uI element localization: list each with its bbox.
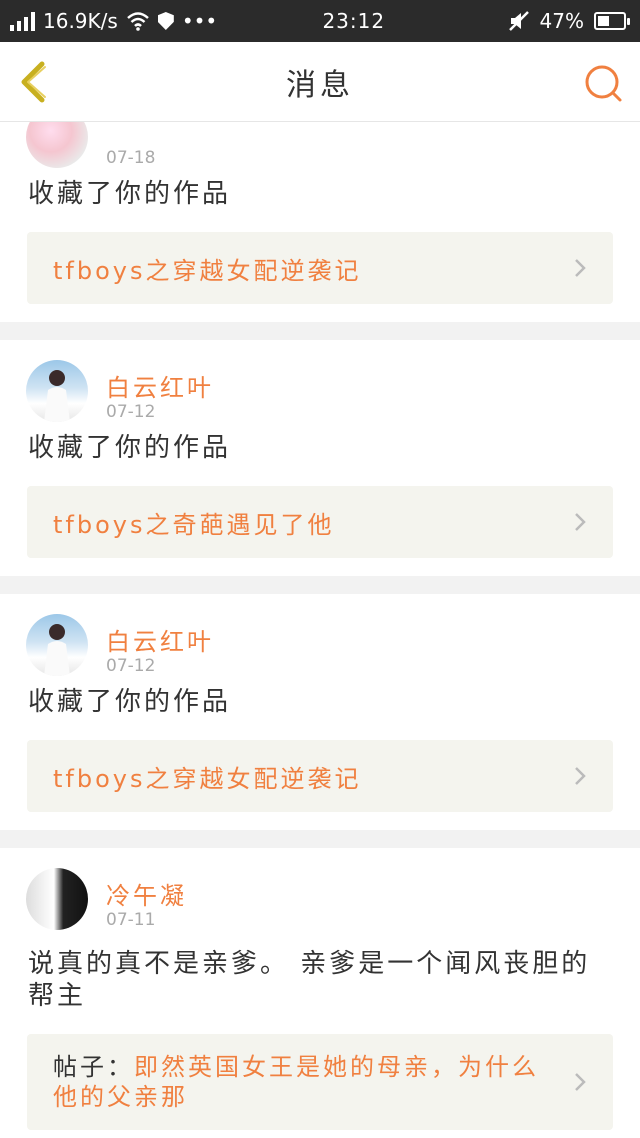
message-card: 冷午凝 07-11 说真的真不是亲爹。 亲爹是一个闻风丧胆的帮主 帖子：即然英国… bbox=[0, 848, 640, 1138]
status-right: 47% bbox=[508, 9, 640, 33]
chevron-right-icon bbox=[575, 767, 586, 785]
avatar[interactable] bbox=[26, 614, 88, 676]
work-title: tfboys之穿越女配逆袭记 bbox=[53, 764, 362, 793]
post-prefix: 帖子： bbox=[53, 1053, 134, 1081]
avatar[interactable] bbox=[26, 122, 88, 168]
username[interactable]: 冷午凝 bbox=[106, 876, 187, 911]
avatar[interactable] bbox=[26, 360, 88, 422]
mute-icon bbox=[508, 11, 529, 31]
work-link[interactable]: tfboys之穿越女配逆袭记 bbox=[27, 232, 613, 304]
work-link[interactable]: tfboys之穿越女配逆袭记 bbox=[27, 740, 613, 812]
work-title: tfboys之穿越女配逆袭记 bbox=[53, 256, 362, 285]
shield-icon bbox=[157, 12, 174, 30]
chevron-right-icon bbox=[575, 513, 586, 531]
message-text: 收藏了你的作品 bbox=[28, 179, 232, 209]
status-left: 16.9K/s ••• bbox=[0, 9, 260, 33]
work-link[interactable]: tfboys之奇葩遇见了他 bbox=[27, 486, 613, 558]
message-list[interactable]: 07-18 收藏了你的作品 tfboys之穿越女配逆袭记 白云红叶 07-12 … bbox=[0, 122, 640, 1138]
battery-fill bbox=[598, 16, 609, 26]
search-icon[interactable] bbox=[584, 64, 624, 104]
post-title: 帖子：即然英国女王是她的母亲，为什么他的父亲那 bbox=[53, 1052, 557, 1112]
username[interactable]: 白云红叶 bbox=[106, 368, 214, 403]
avatar[interactable] bbox=[26, 868, 88, 930]
chevron-right-icon bbox=[575, 259, 586, 277]
message-date: 07-11 bbox=[106, 910, 156, 930]
work-title: tfboys之奇葩遇见了他 bbox=[53, 510, 335, 539]
message-date: 07-12 bbox=[106, 656, 156, 676]
message-text: 收藏了你的作品 bbox=[28, 433, 232, 463]
chevron-right-icon bbox=[575, 1073, 586, 1091]
nav-bar: 消息 bbox=[0, 42, 640, 122]
message-card: 07-18 收藏了你的作品 tfboys之穿越女配逆袭记 bbox=[0, 122, 640, 322]
username[interactable]: 白云红叶 bbox=[106, 622, 214, 657]
clock: 23:12 bbox=[322, 9, 386, 33]
wifi-icon bbox=[126, 12, 149, 31]
page-title: 消息 bbox=[286, 67, 354, 103]
message-text: 收藏了你的作品 bbox=[28, 687, 232, 717]
post-link[interactable]: 帖子：即然英国女王是她的母亲，为什么他的父亲那 bbox=[27, 1034, 613, 1130]
message-date: 07-12 bbox=[106, 402, 156, 422]
message-date: 07-18 bbox=[106, 148, 156, 168]
status-bar: 16.9K/s ••• 23:12 47% bbox=[0, 0, 640, 42]
message-header: 07-18 bbox=[0, 122, 640, 178]
network-speed: 16.9K/s bbox=[43, 9, 118, 33]
more-dots: ••• bbox=[181, 9, 218, 33]
message-header: 白云红叶 07-12 bbox=[0, 594, 640, 686]
chevron-left-icon[interactable] bbox=[14, 58, 54, 106]
message-text: 说真的真不是亲爹。 亲爹是一个闻风丧胆的帮主 bbox=[28, 949, 591, 1011]
message-header: 白云红叶 07-12 bbox=[0, 340, 640, 432]
battery-percent: 47% bbox=[539, 9, 584, 33]
message-card: 白云红叶 07-12 收藏了你的作品 tfboys之奇葩遇见了他 bbox=[0, 340, 640, 576]
message-card: 白云红叶 07-12 收藏了你的作品 tfboys之穿越女配逆袭记 bbox=[0, 594, 640, 830]
message-header: 冷午凝 07-11 bbox=[0, 848, 640, 940]
signal-icon bbox=[10, 11, 35, 31]
battery-icon bbox=[594, 12, 630, 30]
